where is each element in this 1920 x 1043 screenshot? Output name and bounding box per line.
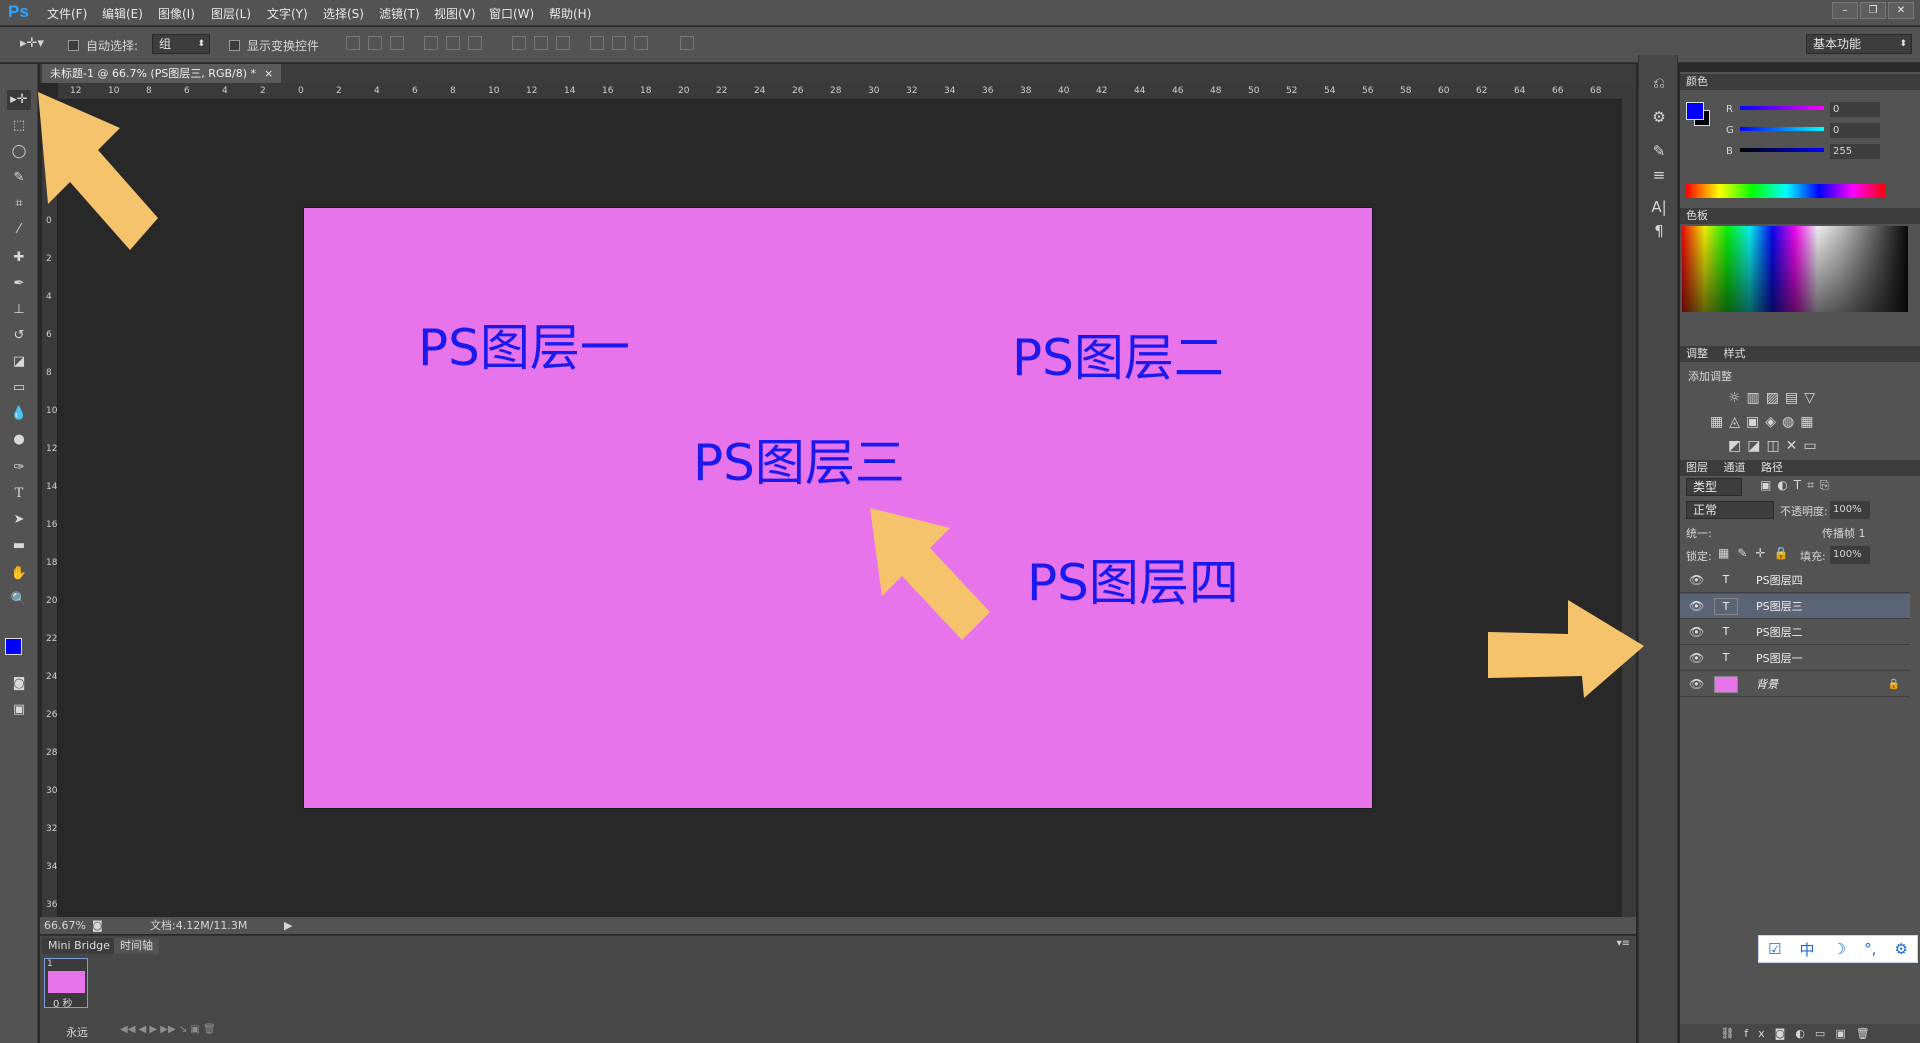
arrow-to-layers-panel <box>1488 600 1644 698</box>
annotation-arrows <box>38 92 1644 698</box>
color-foreground-swatch[interactable] <box>1686 102 1704 120</box>
arrow-to-layer-text <box>870 508 990 640</box>
arrow-to-move-tool <box>38 92 158 250</box>
